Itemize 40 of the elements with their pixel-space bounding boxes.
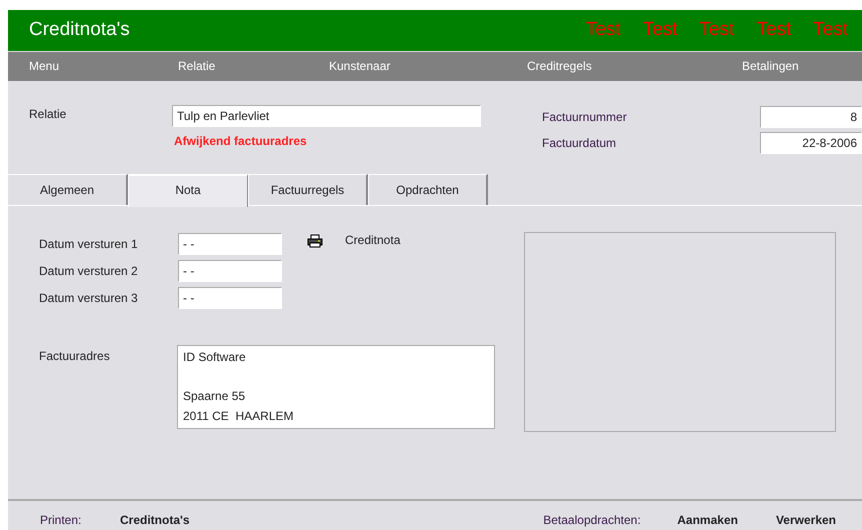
action-link[interactable]: Verwerken bbox=[776, 513, 836, 528]
tab[interactable]: Algemeen bbox=[8, 174, 128, 206]
field-label: Datum versturen 1 bbox=[38, 236, 139, 251]
date-field[interactable]: - - bbox=[178, 260, 282, 282]
footer-label: Printen: bbox=[40, 513, 82, 528]
field-label: Factuuradres bbox=[38, 349, 111, 366]
test-label: Test bbox=[813, 19, 848, 42]
relatie-field[interactable]: Tulp en Parlevliet bbox=[172, 104, 481, 127]
nav-link[interactable]: Menu bbox=[29, 59, 178, 74]
date-field[interactable]: - - bbox=[178, 232, 282, 255]
tab[interactable]: Opdrachten bbox=[368, 174, 488, 206]
test-label: Test bbox=[699, 19, 734, 42]
tab[interactable]: Factuurregels bbox=[248, 174, 368, 206]
field-label: Factuurnummer bbox=[542, 110, 628, 124]
address-line: Spaarne 55 bbox=[183, 388, 246, 406]
invoice-field[interactable]: 8 bbox=[760, 106, 862, 128]
address-field[interactable]: ID Software Spaarne 55 2011 CE HAARLEM bbox=[177, 345, 495, 430]
tab[interactable]: Nota bbox=[128, 174, 248, 208]
test-label: Test bbox=[586, 19, 621, 42]
nav-link[interactable]: Betalingen bbox=[742, 59, 799, 74]
date-field[interactable]: - - bbox=[178, 286, 282, 309]
invoice-field[interactable]: 22-8-2006 bbox=[760, 132, 862, 154]
print-link[interactable]: Creditnota's bbox=[120, 513, 190, 528]
address-line: ID Software bbox=[183, 349, 246, 366]
warning-text: Afwijkend factuuradres bbox=[174, 134, 308, 148]
printer-icon[interactable] bbox=[307, 234, 323, 248]
footer-label: Betaalopdrachten: bbox=[543, 513, 642, 528]
field-label: Factuurdatum bbox=[542, 136, 618, 150]
field-label: Datum versturen 3 bbox=[38, 290, 139, 305]
address-line: 2011 CE HAARLEM bbox=[183, 408, 294, 425]
page-title: Creditnota's bbox=[29, 19, 131, 42]
field-label: Relatie bbox=[29, 106, 68, 123]
test-label: Test bbox=[642, 19, 678, 42]
nav-link[interactable]: Creditregels bbox=[527, 59, 742, 74]
nav-link[interactable]: Kunstenaar bbox=[329, 59, 527, 74]
action-link[interactable]: Aanmaken bbox=[677, 513, 738, 528]
print-link[interactable]: Creditnota bbox=[345, 233, 400, 248]
test-label: Test bbox=[756, 19, 792, 42]
nav-link[interactable]: Relatie bbox=[178, 59, 329, 74]
field-label: Datum versturen 2 bbox=[38, 264, 139, 278]
